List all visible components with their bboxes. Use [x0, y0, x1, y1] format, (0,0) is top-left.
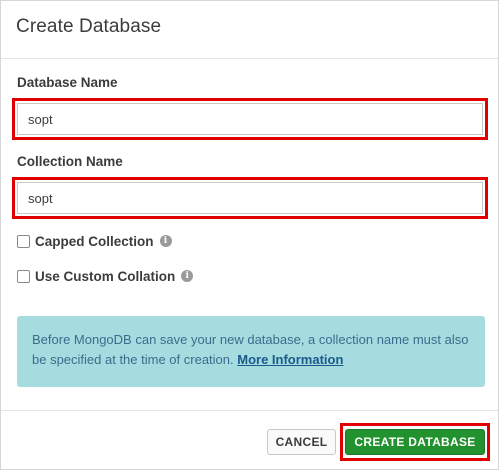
- capped-collection-label[interactable]: Capped Collection: [35, 234, 154, 249]
- capped-collection-row: Capped Collection i: [17, 232, 172, 250]
- dialog-footer: CANCEL CREATE DATABASE: [1, 410, 498, 469]
- database-name-label: Database Name: [17, 75, 118, 90]
- collection-name-label: Collection Name: [17, 154, 123, 169]
- cancel-button[interactable]: CANCEL: [267, 429, 336, 455]
- custom-collation-label[interactable]: Use Custom Collation: [35, 269, 175, 284]
- database-name-highlight: [12, 98, 488, 140]
- create-database-highlight: CREATE DATABASE: [340, 423, 490, 461]
- capped-collection-checkbox[interactable]: [17, 234, 30, 248]
- dialog-header: Create Database: [1, 1, 498, 59]
- info-icon[interactable]: i: [159, 235, 172, 247]
- custom-collation-row: Use Custom Collation i: [17, 267, 194, 285]
- dialog-body: Database Name Collection Name Capped Col…: [1, 60, 498, 410]
- info-icon[interactable]: i: [181, 270, 194, 282]
- more-information-link[interactable]: More Information: [237, 352, 343, 367]
- dialog-title: Create Database: [16, 16, 162, 37]
- custom-collation-checkbox[interactable]: [17, 269, 30, 283]
- collection-name-highlight: [12, 177, 488, 219]
- create-database-button[interactable]: CREATE DATABASE: [345, 429, 485, 455]
- create-database-dialog: Create Database Database Name Collection…: [0, 0, 499, 470]
- collection-name-input[interactable]: [17, 182, 483, 214]
- database-name-input[interactable]: [17, 103, 483, 135]
- info-banner: Before MongoDB can save your new databas…: [17, 316, 485, 387]
